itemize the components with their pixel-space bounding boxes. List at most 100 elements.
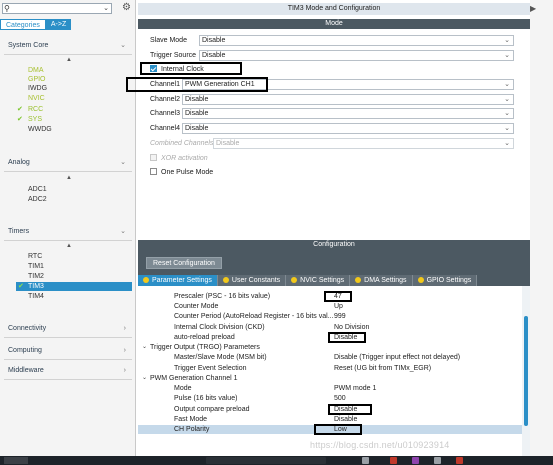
one-pulse-mode-row[interactable]: One Pulse Mode (150, 167, 213, 178)
app-icon[interactable] (412, 457, 419, 464)
sidebar-item-sys[interactable]: ✔ SYS (17, 115, 42, 124)
scrollbar-thumb[interactable] (524, 316, 528, 426)
tab-user-constants[interactable]: User Constants (217, 275, 287, 286)
param-row-pwm-mode[interactable]: Mode PWM mode 1 (138, 384, 522, 393)
channel3-row: Channel3 (150, 108, 180, 119)
slave-mode-select[interactable]: Disable ⌄ (199, 35, 514, 46)
channel4-row: Channel4 (150, 123, 180, 134)
param-row-counter-mode[interactable]: Counter Mode Up (138, 302, 522, 311)
group-label: System Core (8, 42, 49, 49)
section-label: PWM Generation Channel 1 (150, 375, 238, 382)
param-value[interactable]: Disable (334, 415, 357, 424)
param-row-msm[interactable]: Master/Slave Mode (MSM bit) Disable (Tri… (138, 353, 522, 362)
divider (4, 171, 132, 172)
group-label: Computing (8, 347, 42, 354)
divider (4, 337, 132, 338)
section-trgo[interactable]: ⌄ Trigger Output (TRGO) Parameters (138, 343, 522, 352)
group-label: Connectivity (8, 325, 47, 332)
tab-dma-settings[interactable]: DMA Settings (350, 275, 413, 286)
category-tabs: Categories A->Z (0, 19, 72, 30)
sidebar-item-tim3[interactable]: ✔ TIM3 (16, 282, 132, 291)
group-header-timers[interactable]: Timers ⌄ (8, 227, 126, 237)
param-row-fast-mode[interactable]: Fast Mode Disable (138, 415, 522, 424)
app-icon[interactable] (456, 457, 463, 464)
param-row-pulse[interactable]: Pulse (16 bits value) 500 (138, 394, 522, 403)
param-value[interactable]: 999 (334, 312, 346, 321)
param-name: auto-reload preload (174, 334, 235, 341)
param-value[interactable]: No Division (334, 323, 369, 332)
sidebar-item-tim2[interactable]: TIM2 (28, 272, 44, 281)
channel3-label: Channel3 (150, 110, 180, 117)
chevron-down-icon[interactable]: ⌄ (103, 4, 109, 12)
sidebar-item-nvic[interactable]: NVIC (28, 94, 45, 103)
sidebar-item-gpio[interactable]: GPIO (28, 75, 46, 84)
param-value[interactable]: Disable (Trigger input effect not delaye… (334, 353, 460, 362)
configuration-tabs: Parameter Settings User Constants NVIC S… (138, 275, 530, 286)
tab-parameter-settings[interactable]: Parameter Settings (138, 275, 218, 286)
sidebar-item-adc2[interactable]: ADC2 (28, 195, 47, 204)
right-side-strip: ▶ (530, 0, 553, 456)
param-value[interactable]: Up (334, 302, 343, 311)
param-name: CH Polarity (174, 426, 210, 433)
tab-a-to-z[interactable]: A->Z (45, 19, 72, 30)
search-input[interactable]: ⚲ ⌄ (2, 3, 112, 14)
sidebar-item-rtc[interactable]: RTC (28, 252, 42, 261)
select-value: Disable (202, 52, 226, 59)
group-header-analog[interactable]: Analog ⌄ (8, 158, 126, 168)
group-header-connectivity[interactable]: Connectivity › (8, 324, 126, 334)
section-pwm-channel1[interactable]: ⌄ PWM Generation Channel 1 (138, 374, 522, 383)
sort-arrow-icon[interactable]: ▲ (66, 175, 72, 181)
param-row-trigger-event[interactable]: Trigger Event Selection Reset (UG bit fr… (138, 364, 522, 373)
app-icon[interactable] (390, 457, 397, 464)
reset-configuration-button[interactable]: Reset Configuration (146, 257, 222, 269)
chevron-down-icon: ⌄ (120, 42, 126, 49)
app-icon[interactable] (362, 457, 369, 464)
tab-nvic-settings[interactable]: NVIC Settings (286, 275, 351, 286)
vertical-scrollbar[interactable] (522, 286, 530, 456)
channel2-select[interactable]: Disable ⌄ (182, 94, 514, 105)
channel2-label: Channel2 (150, 96, 180, 103)
sidebar-item-tim4[interactable]: TIM4 (28, 292, 44, 301)
watermark: https://blog.csdn.net/u010923914 (310, 440, 450, 450)
collapse-arrow-icon[interactable]: ▶ (530, 4, 536, 13)
annotation-box (328, 404, 372, 415)
group-label: Middleware (8, 367, 44, 374)
sidebar-item-iwdg[interactable]: IWDG (28, 84, 47, 93)
tab-categories[interactable]: Categories (0, 19, 46, 30)
sidebar-item-tim1[interactable]: TIM1 (28, 262, 44, 271)
param-value[interactable]: Reset (UG bit from TIMx_EGR) (334, 364, 431, 373)
param-row-counter-period[interactable]: Counter Period (AutoReload Register - 16… (138, 312, 522, 321)
channel2-row: Channel2 (150, 94, 180, 105)
taskbar-search[interactable] (206, 457, 326, 464)
section-label: Trigger Output (TRGO) Parameters (150, 344, 260, 351)
gear-icon[interactable]: ⚙ (122, 2, 131, 13)
status-dot-icon (291, 277, 298, 283)
divider (4, 240, 132, 241)
app-icon[interactable] (434, 457, 441, 464)
param-value[interactable]: PWM mode 1 (334, 384, 376, 393)
sidebar-item-wwdg[interactable]: WWDG (28, 125, 52, 134)
sidebar-item-rcc[interactable]: ✔ RCC (17, 105, 43, 114)
tab-label: GPIO Settings (426, 277, 472, 284)
chevron-down-icon: ⌄ (142, 375, 148, 381)
one-pulse-mode-checkbox[interactable] (150, 168, 157, 175)
param-row-clock-division[interactable]: Internal Clock Division (CKD) No Divisio… (138, 323, 522, 332)
tab-gpio-settings[interactable]: GPIO Settings (412, 275, 478, 286)
xor-activation-label: XOR activation (161, 155, 208, 162)
chevron-down-icon: ⌄ (504, 96, 510, 103)
sort-arrow-icon[interactable]: ▲ (66, 243, 72, 249)
trigger-source-label: Trigger Source (150, 52, 197, 59)
group-header-computing[interactable]: Computing › (8, 346, 126, 356)
trigger-source-select[interactable]: Disable ⌄ (199, 50, 514, 61)
sidebar-item-adc1[interactable]: ADC1 (28, 185, 47, 194)
checkmark-icon: ✔ (18, 283, 24, 290)
annotation-box (126, 77, 268, 92)
sort-arrow-icon[interactable]: ▲ (66, 57, 72, 63)
param-value[interactable]: 500 (334, 394, 346, 403)
channel4-select[interactable]: Disable ⌄ (182, 123, 514, 134)
sidebar-item-dma[interactable]: DMA (28, 66, 44, 75)
param-name: Fast Mode (174, 416, 208, 423)
channel3-select[interactable]: Disable ⌄ (182, 108, 514, 119)
group-header-system-core[interactable]: System Core ⌄ (8, 41, 126, 51)
group-header-middleware[interactable]: Middleware › (8, 366, 126, 376)
